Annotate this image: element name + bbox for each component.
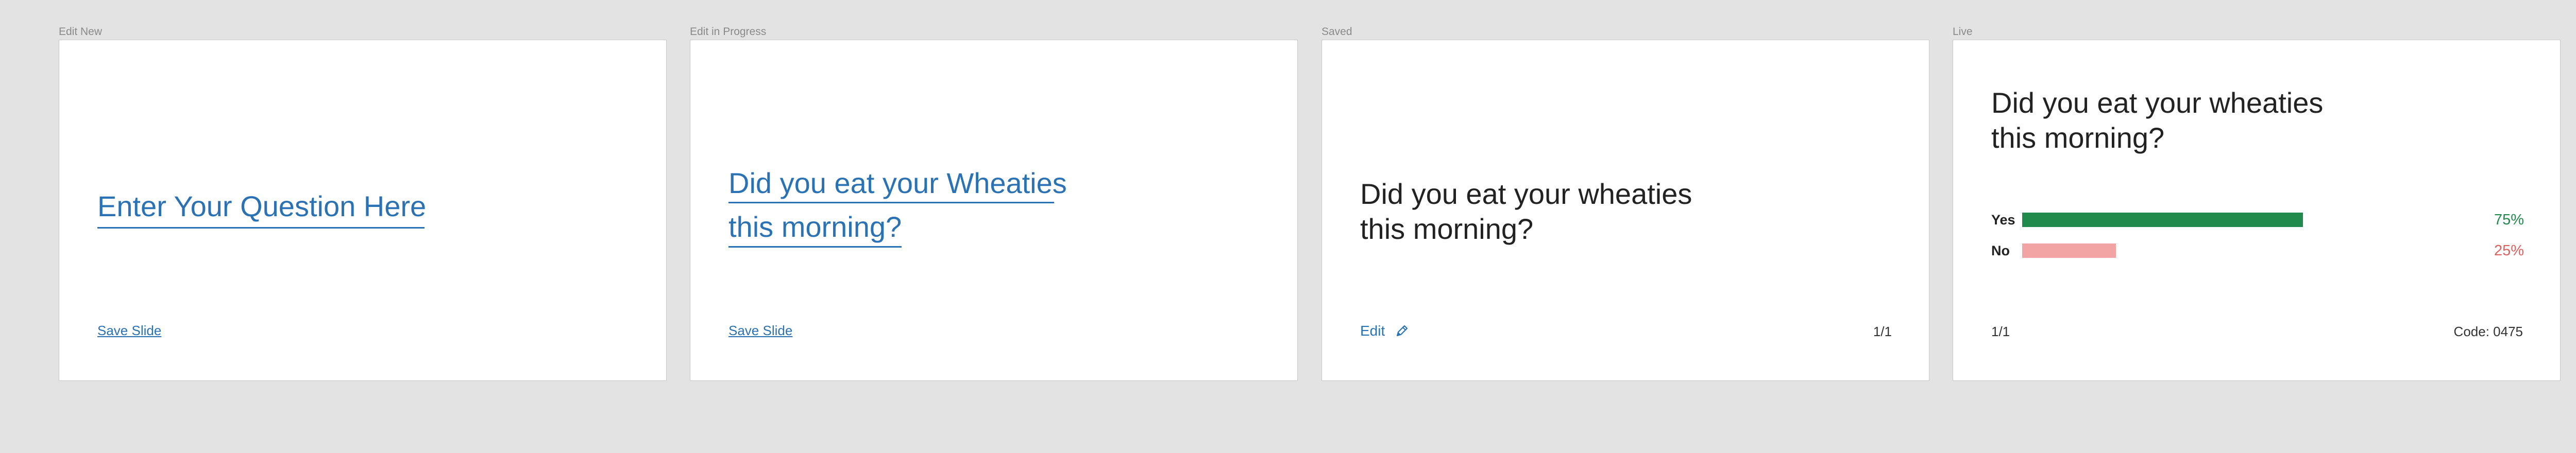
result-bar-track: [2022, 243, 2396, 258]
question-placeholder: Enter Your Question Here: [97, 190, 427, 222]
save-slide-link[interactable]: Save Slide: [728, 323, 792, 339]
page-count: 1/1: [1991, 324, 2010, 339]
panel-label: Live: [1953, 26, 1973, 38]
input-underline: [97, 227, 425, 229]
result-row-no: No 25%: [1991, 242, 2524, 259]
slide-card: Did you eat your wheaties this morning? …: [1953, 40, 2561, 381]
result-percent: 25%: [2494, 242, 2524, 259]
edit-label: Edit: [1360, 323, 1385, 339]
slide-card: Enter Your Question Here Save Slide: [59, 40, 667, 381]
question-input[interactable]: Did you eat your Wheaties this morning?: [728, 167, 1067, 255]
question-input[interactable]: Enter Your Question Here: [97, 189, 426, 229]
question-text: Did you eat your wheaties this morning?: [1360, 178, 1692, 246]
result-label: Yes: [1991, 212, 2015, 228]
result-label: No: [1991, 243, 2010, 258]
question-line: this morning?: [728, 211, 902, 243]
result-row-yes: Yes 75%: [1991, 211, 2524, 229]
input-underline: [728, 202, 1054, 204]
result-bar: [2022, 213, 2303, 227]
question-line: Did you eat your Wheaties: [728, 167, 1067, 199]
result-percent: 75%: [2494, 212, 2524, 228]
pencil-icon: [1394, 323, 1410, 339]
panel-label: Edit New: [59, 26, 103, 38]
panel-label: Edit in Progress: [690, 26, 767, 38]
question-text: Did you eat your wheaties this morning?: [1991, 86, 2324, 154]
result-bar-track: [2022, 213, 2396, 227]
input-underline: [728, 246, 902, 248]
save-slide-link[interactable]: Save Slide: [97, 323, 161, 339]
session-code: Code: 0475: [2453, 324, 2523, 339]
slide-card: Did you eat your wheaties this morning? …: [1321, 40, 1929, 381]
slide-card: Did you eat your Wheaties this morning? …: [690, 40, 1298, 381]
result-bar: [2022, 243, 2116, 258]
panel-label: Saved: [1321, 26, 1352, 38]
page-count: 1/1: [1873, 324, 1892, 339]
edit-button[interactable]: Edit: [1360, 323, 1410, 339]
